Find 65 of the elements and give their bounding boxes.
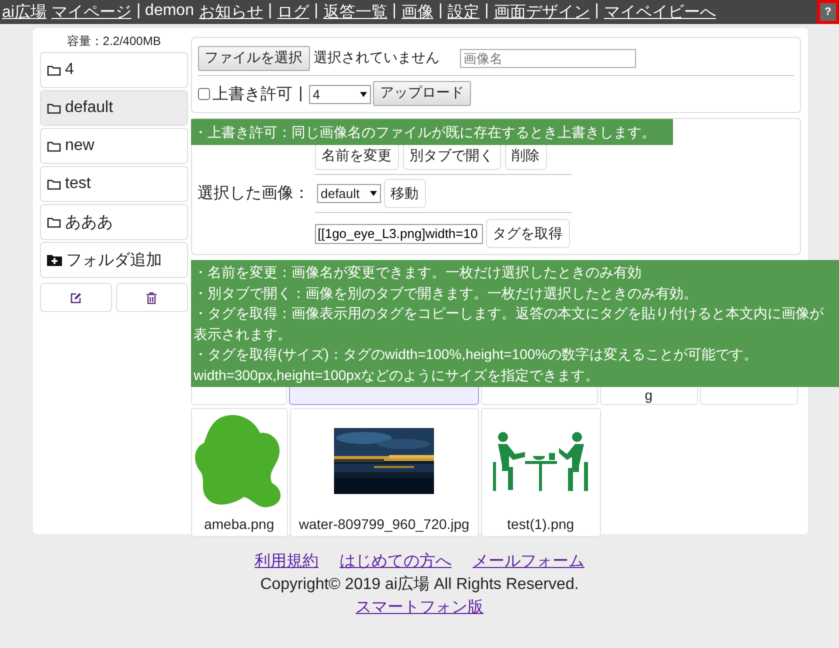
nav-text: | xyxy=(484,2,489,20)
overwrite-label: 上書き許可 xyxy=(212,84,293,104)
caret-icon xyxy=(360,92,367,96)
get-tag-button[interactable]: タグを取得 xyxy=(486,219,570,248)
nav-text: | xyxy=(314,2,318,20)
nav-link[interactable]: 画面デザイン xyxy=(494,2,590,22)
nav-text: | xyxy=(594,2,599,20)
folder-icon xyxy=(47,178,61,190)
caret-icon xyxy=(370,191,377,196)
nav-link[interactable]: ログ xyxy=(277,2,310,22)
folder-item[interactable]: test xyxy=(40,166,188,202)
mobile-version-link[interactable]: スマートフォン版 xyxy=(356,596,484,619)
image-card[interactable]: water-809799_960_720.jpg xyxy=(290,408,479,537)
file-name: test(1).png xyxy=(506,515,576,534)
nav-link[interactable]: 設定 xyxy=(448,2,480,22)
file-name: water-809799_960_720.jpg xyxy=(298,515,470,534)
nav-text: | xyxy=(392,2,396,20)
overwrite-checkbox[interactable] xyxy=(198,88,210,100)
tag-field[interactable]: [[1go_eye_L3.png]width=10 xyxy=(314,224,483,244)
move-folder-select[interactable]: default xyxy=(316,184,381,203)
image-card[interactable]: ameba.png xyxy=(190,408,288,537)
file-name: g xyxy=(644,388,654,402)
tooltip-text: ・名前を変更：画像名が変更できます。一枚だけ選択したときのみ有効 xyxy=(194,263,643,282)
folder-icon xyxy=(47,102,61,114)
image-name-field[interactable]: 画像名 xyxy=(460,48,636,68)
folder-select[interactable]: 4 xyxy=(308,84,371,104)
copyright-text: Copyright© 2019 ai広場 All Rights Reserved. xyxy=(260,574,579,595)
image-card[interactable]: test(1).png xyxy=(480,408,601,537)
footer-link[interactable]: メールフォーム xyxy=(472,550,584,573)
folder-item[interactable]: あああ xyxy=(40,204,188,240)
folder-icon xyxy=(47,216,61,228)
nav-link[interactable]: マイベイビーへ xyxy=(604,2,716,22)
delete-button[interactable] xyxy=(116,283,188,312)
folder-item[interactable]: new xyxy=(40,128,188,164)
file-status-text: 選択されていません xyxy=(314,49,440,67)
folder-item[interactable]: 4 xyxy=(40,52,188,88)
nav-text: | xyxy=(268,2,272,20)
folder-icon xyxy=(47,140,61,152)
nav-link[interactable]: ai広場 xyxy=(2,2,46,22)
nav-link[interactable]: お知らせ xyxy=(198,2,263,22)
nav-text: | demon xyxy=(136,2,194,20)
nav-link[interactable]: マイページ xyxy=(51,2,132,22)
selected-image-label: 選択した画像： xyxy=(198,184,311,204)
folder-item[interactable]: default xyxy=(40,90,188,126)
tooltip-text: ・タグを取得(サイズ)：タグのwidth=100%,height=100%の数字は変えることが可能です。width=300px,height=100pxなどのようにサイズを指定できます。 xyxy=(194,345,759,385)
nav-link[interactable]: 画像 xyxy=(401,2,434,22)
tooltip-text: ・上書き許可：同じ画像名のファイルが既に存在するとき上書きします。 xyxy=(194,123,657,142)
folder-icon xyxy=(47,64,61,76)
capacity-text: 容量：2.2/400MB xyxy=(66,34,162,50)
add-folder-button[interactable]: フォルダ追加 xyxy=(40,242,188,278)
folder-plus-icon xyxy=(47,254,62,266)
tooltip-text: ・タグを取得：画像表示用のタグをコピーします。返答の本文にタグを貼り付けると本文内に画像が表示されます。 xyxy=(194,304,825,344)
edit-icon xyxy=(70,292,82,304)
trash-icon xyxy=(146,292,158,304)
move-button[interactable]: 移動 xyxy=(384,179,426,208)
separator-text: | xyxy=(298,85,303,103)
choose-file-button[interactable]: ファイルを選択 xyxy=(198,46,310,70)
nav-link[interactable]: 返答一覧 xyxy=(323,2,388,22)
help-button[interactable]: ? xyxy=(817,0,839,24)
file-name: ameba.png xyxy=(203,515,276,534)
footer-link[interactable]: はじめての方へ xyxy=(340,550,452,573)
tooltip-text: ・別タブで開く：画像を別のタブで開きます。一枚だけ選択したときのみ有効。 xyxy=(194,284,699,302)
upload-button[interactable]: アップロード xyxy=(372,80,471,106)
footer-link[interactable]: 利用規約 xyxy=(254,550,318,573)
nav-text: | xyxy=(438,2,443,20)
